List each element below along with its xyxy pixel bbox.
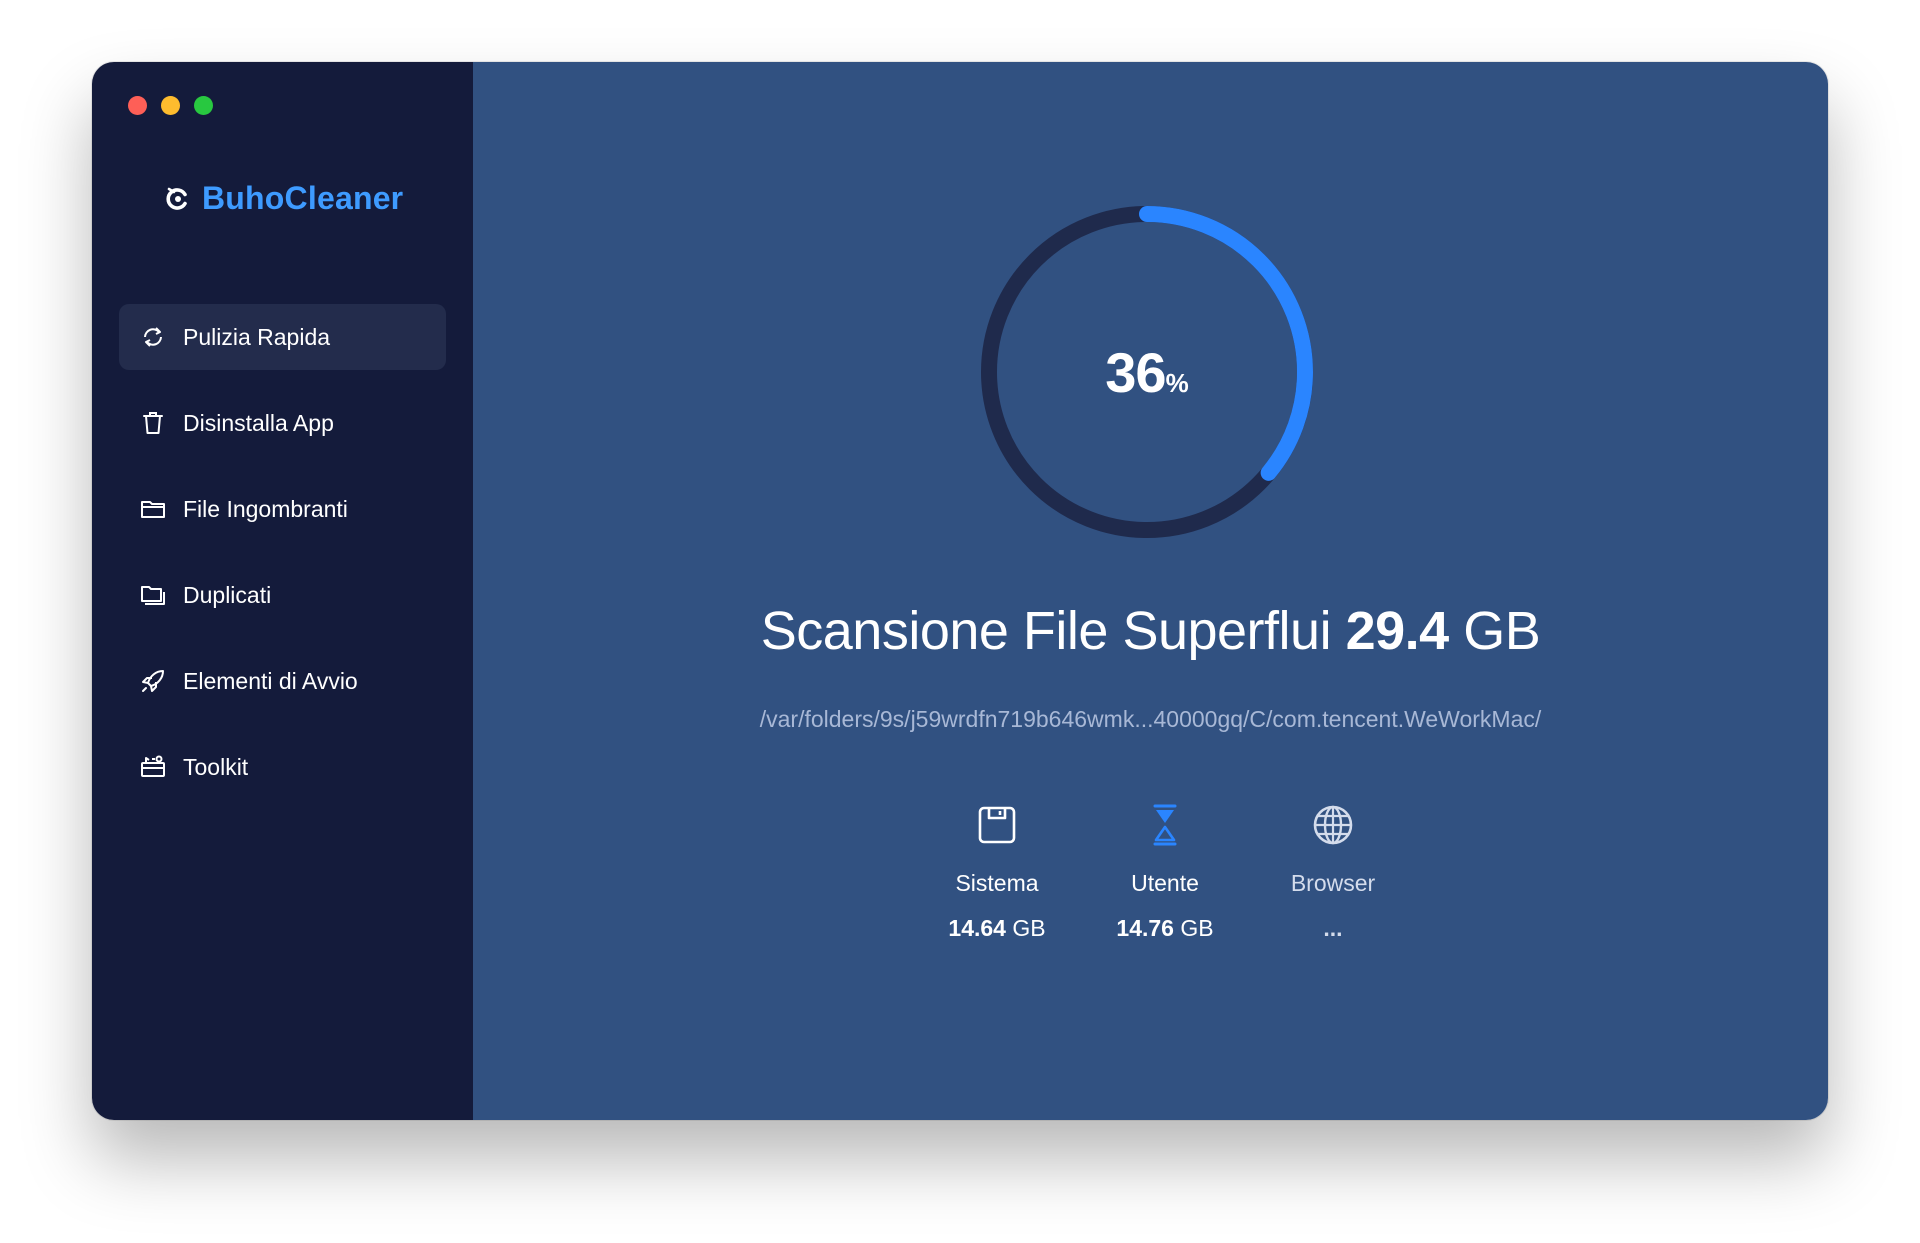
window-controls [128,96,213,115]
sidebar-item-duplicati[interactable]: Duplicati [119,562,446,628]
sidebar: BuhoCleaner Pulizia Rapida Disinstalla A… [92,62,473,1120]
hourglass-icon [1142,802,1188,848]
minimize-window-button[interactable] [161,96,180,115]
stat-value-unit: GB [1180,915,1214,941]
progress-percent: 36 % [977,202,1317,542]
app-window: BuhoCleaner Pulizia Rapida Disinstalla A… [92,62,1828,1120]
stat-sistema: Sistema 14.64 GB [913,802,1081,942]
stat-value: ... [1323,915,1342,942]
scan-title-text: Scansione File Superflui [760,601,1332,661]
toolbox-icon [139,753,167,781]
sidebar-item-pulizia-rapida[interactable]: Pulizia Rapida [119,304,446,370]
brand-name: BuhoCleaner [202,180,404,216]
sidebar-item-toolkit[interactable]: Toolkit [119,734,446,800]
sidebar-item-file-ingombranti[interactable]: File Ingombranti [119,476,446,542]
sidebar-item-label: Pulizia Rapida [183,323,331,350]
trash-icon [139,409,167,437]
disk-icon [974,802,1020,848]
stat-browser: Browser ... [1249,802,1417,942]
sidebar-item-label: Disinstalla App [183,409,334,436]
scan-title: Scansione File Superflui 29.4 GB [473,600,1828,662]
stat-value: 14.76 GB [1116,915,1213,942]
stat-label: Browser [1290,870,1376,896]
folder-icon [139,495,167,523]
scan-total-unit: GB [1463,601,1541,661]
progress-number: 36 [1105,340,1166,404]
sidebar-item-disinstalla-app[interactable]: Disinstalla App [119,390,446,456]
rocket-icon [139,667,167,695]
buhocleaner-logo-icon [166,187,187,210]
globe-icon [1310,802,1356,848]
duplicate-folder-icon [139,581,167,609]
sidebar-item-elementi-di-avvio[interactable]: Elementi di Avvio [119,648,446,714]
sidebar-item-label: File Ingombranti [183,495,348,522]
zoom-window-button[interactable] [194,96,213,115]
scan-categories: Sistema 14.64 GB Utente 14.76 GB Browser… [913,802,1417,942]
progress-unit: % [1165,367,1189,398]
sidebar-item-label: Elementi di Avvio [183,667,358,694]
stat-value-number: 14.64 [948,915,1006,941]
stat-value: 14.64 GB [948,915,1045,942]
close-window-button[interactable] [128,96,147,115]
stat-label: Sistema [955,870,1039,896]
main-panel: 36 % Scansione File Superflui 29.4 GB /v… [473,62,1828,1120]
sidebar-item-label: Toolkit [183,753,249,780]
stat-value-number: ... [1323,915,1343,941]
sidebar-nav: Pulizia Rapida Disinstalla App File Ingo… [119,304,446,820]
stat-label: Utente [1131,870,1199,896]
stat-utente: Utente 14.76 GB [1081,802,1249,942]
scan-total-size: 29.4 [1345,601,1450,661]
stat-value-number: 14.76 [1116,915,1174,941]
scan-current-path: /var/folders/9s/j59wrdfn719b646wmk...400… [759,706,1542,732]
refresh-icon [139,323,167,351]
stat-value-unit: GB [1012,915,1046,941]
sidebar-item-label: Duplicati [183,581,272,608]
brand: BuhoCleaner [164,180,403,217]
